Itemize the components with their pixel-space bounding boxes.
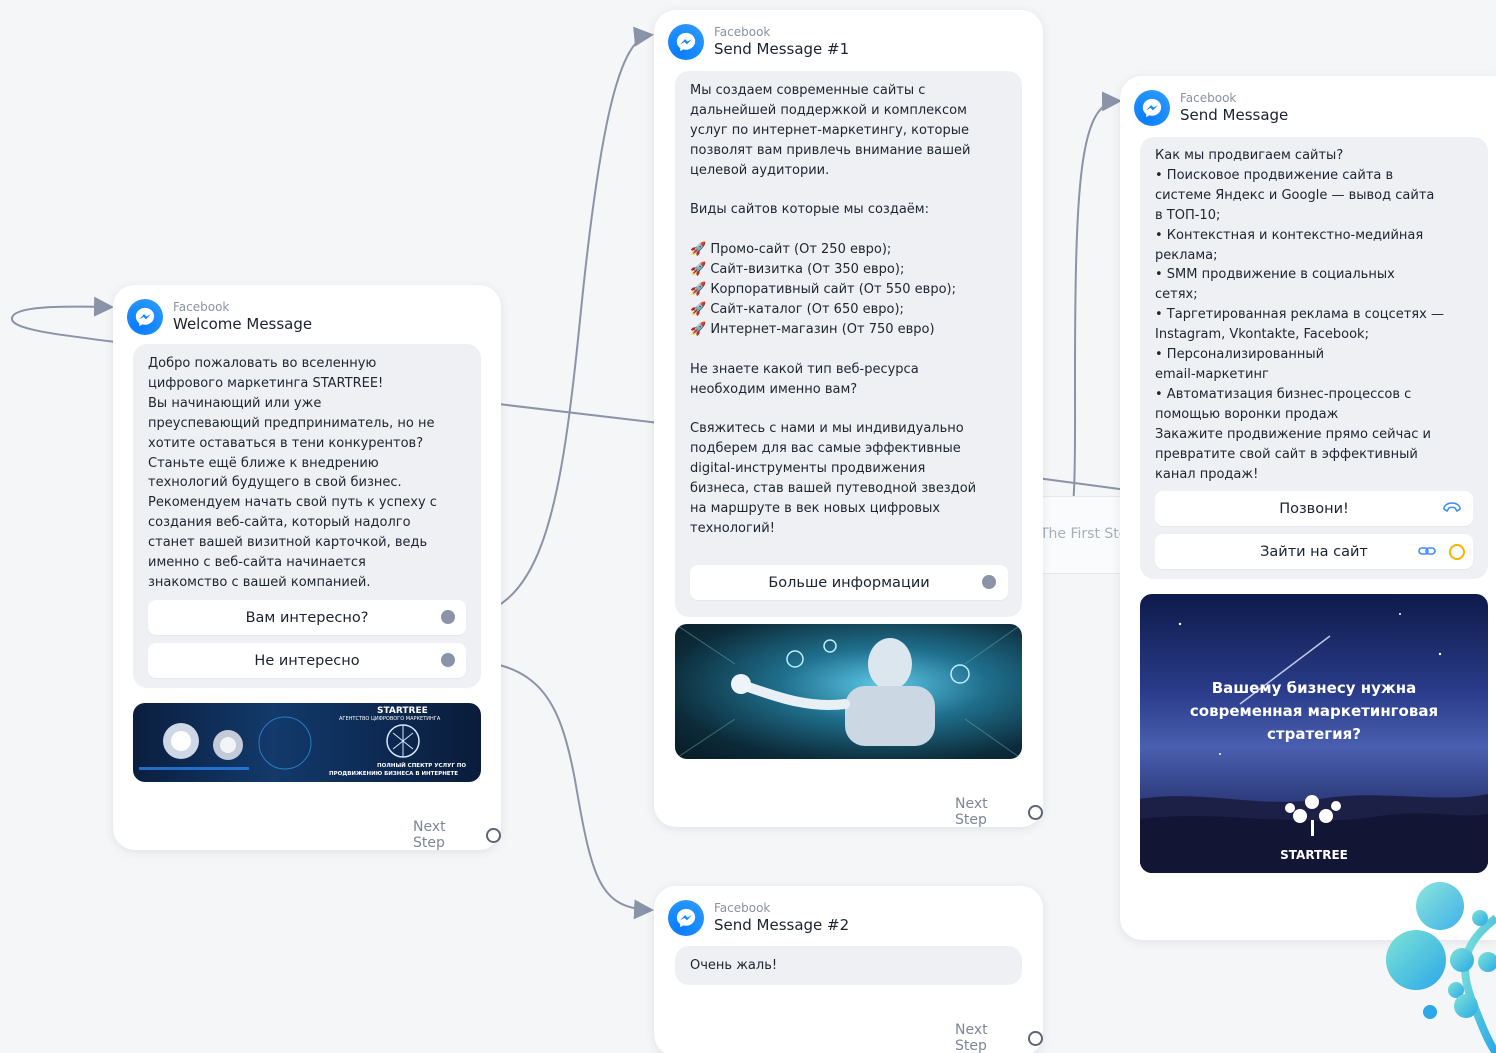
button-not-interested-port[interactable]: [441, 653, 455, 667]
node-title: Send Message #1: [714, 40, 850, 58]
node-source: Facebook: [173, 300, 230, 314]
msg2-header: Facebook Send Message #2: [668, 900, 849, 936]
messenger-icon: [1134, 90, 1170, 126]
node-title: Send Message #2: [714, 916, 850, 934]
poster-headline-1: Вашему бизнесу нужна: [1211, 679, 1417, 697]
visit-site-port[interactable]: [1449, 544, 1465, 560]
startree-banner-image: STARTREE АГЕНТСТВО ЦИФРОВОГО МАРКЕТИНГА …: [133, 703, 481, 782]
send-message-2-node[interactable]: Facebook Send Message #2 Очень жаль! Nex…: [654, 886, 1043, 1053]
banner-brand: STARTREE: [377, 706, 428, 716]
msg3-header: Facebook Send Message: [1134, 90, 1288, 126]
poster-headline-3: стратегия?: [1267, 725, 1361, 743]
button-not-interested[interactable]: Не интересно: [148, 643, 466, 678]
robot-image: [675, 624, 1022, 759]
button-more-info-port[interactable]: [982, 575, 996, 589]
button-more-info[interactable]: Больше информации: [690, 565, 1008, 600]
node-source: Facebook: [714, 25, 771, 39]
messenger-icon: [127, 299, 163, 335]
next-step-port[interactable]: [486, 827, 501, 843]
link-icon: [1418, 545, 1436, 561]
send-message-1-node[interactable]: Facebook Send Message #1 Мы создаем совр…: [654, 10, 1043, 828]
messenger-icon: [668, 900, 704, 936]
next-step-port[interactable]: [1028, 804, 1043, 820]
next-step-label: Next Step: [955, 1022, 988, 1053]
decorative-bubbles: [1386, 882, 1496, 1053]
banner-subtitle-1: ПОЛНЫЙ СПЕКТР УСЛУГ ПО: [377, 763, 467, 769]
strategy-poster-image: Вашему бизнесу нужна современная маркети…: [1140, 594, 1488, 873]
msg1-header: Facebook Send Message #1: [668, 24, 849, 60]
next-step-label: Next Step: [955, 796, 988, 828]
phone-icon: [1443, 502, 1461, 518]
node-source: Facebook: [714, 901, 771, 915]
button-interested[interactable]: Вам интересно?: [148, 600, 466, 635]
button-interested-port[interactable]: [441, 610, 455, 624]
welcome-message-node[interactable]: Facebook Welcome Message Добро пожаловат…: [113, 285, 501, 851]
message-text: Очень жаль!: [690, 958, 778, 973]
next-step[interactable]: Next Step: [955, 796, 1043, 828]
connector-straight-1: [480, 401, 677, 426]
flow-canvas[interactable]: The First Step Facebook Welcome Message …: [0, 0, 1496, 1053]
banner-tagline: АГЕНТСТВО ЦИФРОВОГО МАРКЕТИНГА: [339, 716, 441, 722]
button-visit-site-label: Зайти на сайт: [1260, 543, 1368, 560]
messenger-icon: [668, 24, 704, 60]
message-text: Как мы продвигаем сайты? • Поисковое про…: [1155, 148, 1444, 482]
poster-brand: STARTREE: [1280, 848, 1348, 862]
node-title: Send Message: [1180, 106, 1289, 124]
welcome-header: Facebook Welcome Message: [127, 299, 312, 335]
next-step-label: Next Step: [413, 819, 446, 851]
banner-subtitle-2: ПРОДВИЖЕНИЮ БИЗНЕСА В ИНТЕРНЕТЕ: [329, 771, 459, 777]
poster-headline-2: современная маркетинговая: [1189, 702, 1439, 720]
message-text: Мы создаем современные сайты с дальнейше…: [690, 83, 977, 536]
node-source: Facebook: [1180, 91, 1237, 105]
message-text: Добро пожаловать во вселенную цифрового …: [148, 356, 437, 590]
button-call[interactable]: Позвони!: [1155, 491, 1473, 526]
node-title: Welcome Message: [173, 315, 313, 333]
next-step[interactable]: Next Step: [955, 1022, 1043, 1053]
send-message-node[interactable]: Facebook Send Message Как мы продвигаем …: [1120, 76, 1496, 940]
next-step-port[interactable]: [1028, 1030, 1043, 1046]
button-visit-site[interactable]: Зайти на сайт: [1155, 534, 1473, 569]
button-call-label: Позвони!: [1279, 500, 1349, 517]
next-step[interactable]: Next Step: [413, 819, 501, 851]
